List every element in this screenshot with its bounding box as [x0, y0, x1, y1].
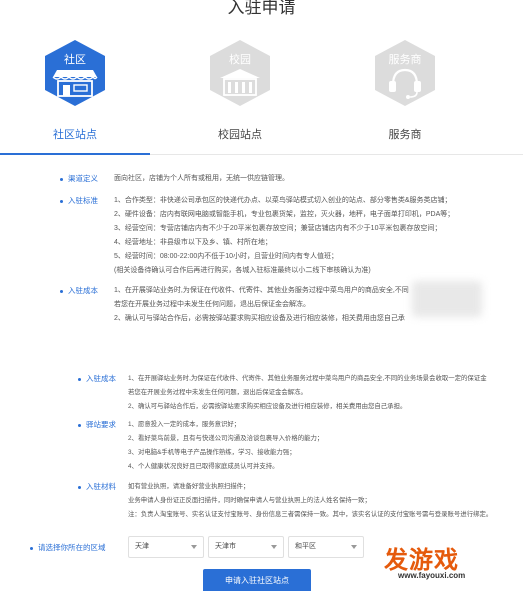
- text-line: 2、看好菜鸟前景，且有与快递公司沟通及洽谈包裹导入价格的能力；: [128, 435, 324, 442]
- chevron-down-icon: [351, 545, 357, 549]
- storefront-icon: 社区: [43, 38, 107, 108]
- tab-community[interactable]: 社区 社区站点: [15, 30, 135, 150]
- section-materials-text: 如有营业执照，请准备好营业执照扫描件； 业务申请人身份证正反面扫描件，同时确保申…: [128, 480, 492, 522]
- text-line: 5、经营时间：08:00-22:00内不低于10小时，且营业时间内有专人值班；: [114, 253, 339, 260]
- text-line: 1、愿意投入一定的成本，服务意识好；: [128, 421, 241, 428]
- text-line: 1、在开展驿站业务时,为保证在代收件、代寄件、其他业务服务过程中菜鸟用户的商品安…: [128, 375, 487, 382]
- text-line: 若您在开展业务过程中未发生任何问题，退出后保证金会解冻。: [128, 389, 307, 396]
- tab-community-icon-text: 社区: [64, 52, 86, 66]
- section-cost-label: 入驻成本: [60, 284, 98, 298]
- tab-service-provider[interactable]: 服务商 服务商: [345, 30, 465, 150]
- site-type-tabs: 社区 社区站点 校园 校园站点 服务商 服务商: [0, 30, 523, 155]
- page-title: 入驻申请: [227, 0, 296, 17]
- section-standard-text: 1、合作类型：非快递公司承包区的快递代办点、以菜鸟驿站模式切入创业的站点、部分零…: [114, 194, 454, 278]
- bullet-dot: [60, 177, 63, 181]
- bullet-dot: [78, 485, 81, 489]
- tab-campus[interactable]: 校园 校园站点: [180, 30, 300, 150]
- bullet-dot: [60, 199, 63, 203]
- section-materials-label: 入驻材料: [78, 480, 116, 494]
- tab-service-provider-label: 服务商: [388, 129, 422, 141]
- bullet-dot: [78, 377, 81, 381]
- bullet-dot: [30, 546, 33, 550]
- text-line: 3、对电脑&手机等电子产品操作熟练，学习、接收能力强；: [128, 449, 296, 456]
- city-select[interactable]: 天津市: [208, 536, 284, 558]
- text-line: 业务申请人身份证正反面扫描件，同时确保申请人与营业执照上的法人姓名保持一致；: [128, 497, 371, 504]
- text-line: 如有营业执照，请准备好营业执照扫描件；: [128, 483, 250, 490]
- section-requirements-label: 驿站要求: [78, 418, 116, 432]
- text-line: 4、经营地址：非县级市以下及乡、镇、村所在地；: [114, 239, 272, 246]
- tab-community-label: 社区站点: [53, 129, 97, 141]
- watermark-url: www.fayouxi.com: [398, 571, 466, 580]
- chevron-down-icon: [271, 545, 277, 549]
- tab-service-icon-text: 服务商: [389, 52, 422, 66]
- section-cost-text: 1、在开展驿站业务时,为保证在代收件、代寄件、其他业务服务过程中菜鸟用户的商品安…: [114, 284, 409, 326]
- school-icon: 校园: [208, 38, 272, 108]
- blurred-overlay: [412, 281, 482, 317]
- text-line: (相关设备待确认可合作后再进行购买，各城入驻标准最终以小二线下审核确认为准): [114, 267, 371, 274]
- tab-campus-label: 校园站点: [218, 129, 262, 141]
- province-select[interactable]: 天津: [128, 536, 204, 558]
- section-channel-text: 面向社区，店铺为个人所有或租用，无统一供应链管理。: [114, 172, 289, 186]
- site-watermark: 发游戏 www.fayouxi.com: [384, 540, 504, 588]
- district-select[interactable]: 和平区: [288, 536, 364, 558]
- bullet-dot: [60, 289, 63, 293]
- chevron-down-icon: [191, 545, 197, 549]
- section-standard-label: 入驻标准: [60, 194, 98, 208]
- text-line: 3、经营空间：专营店铺店内有不少于20平米包裹存放空间；兼营店铺店内有不少于10…: [114, 225, 442, 232]
- section-cost-2-label: 入驻成本: [78, 372, 116, 386]
- text-line: 2、确认可与驿站合作后，必需按驿站要求购买相应设备及进行相应装修，相关费用由您自…: [114, 315, 405, 322]
- section-cost-2-text: 1、在开展驿站业务时,为保证在代收件、代寄件、其他业务服务过程中菜鸟用户的商品安…: [128, 372, 487, 414]
- headset-icon: 服务商: [373, 38, 437, 108]
- text-line: 1、合作类型：非快递公司承包区的快递代办点、以菜鸟驿站模式切入创业的站点、部分零…: [114, 197, 452, 204]
- apply-community-site-button[interactable]: 申请入驻社区站点: [203, 569, 311, 591]
- text-line: 4、个人健康状况良好且已取得家庭成员认可并支持。: [128, 463, 279, 470]
- region-label: 请选择你所在的区域: [30, 542, 106, 553]
- text-line: 1、在开展驿站业务时,为保证在代收件、代寄件、其他业务服务过程中菜鸟用户的商品安…: [114, 287, 409, 294]
- active-tab-indicator: [0, 153, 150, 155]
- watermark-logo-text: 发游戏: [384, 546, 459, 574]
- text-line: 2、硬件设备：店内有联网电脑或智能手机，专业包裹货架，监控，灭火器，地秤，电子面…: [114, 211, 455, 218]
- text-line: 面向社区，店铺为个人所有或租用，无统一供应链管理。: [114, 175, 289, 182]
- text-line: 注：负责人淘宝账号、实名认证支付宝账号、身份信息三者需保持一致。其中，该实名认证…: [128, 511, 493, 518]
- city-value: 天津市: [215, 543, 236, 550]
- bullet-dot: [78, 423, 81, 427]
- text-line: 2、确认可与驿站合作后，必需按驿站要求购买相应设备及进行相应装修，相关费用由您自…: [128, 403, 407, 410]
- section-requirements-text: 1、愿意投入一定的成本，服务意识好； 2、看好菜鸟前景，且有与快递公司沟通及洽谈…: [128, 418, 323, 474]
- section-channel-label: 渠道定义: [60, 172, 98, 186]
- text-line: 若您在开展业务过程中未发生任何问题，退出后保证金会解冻。: [114, 301, 310, 308]
- province-value: 天津: [135, 543, 149, 550]
- tab-campus-icon-text: 校园: [229, 52, 251, 66]
- district-value: 和平区: [295, 543, 316, 550]
